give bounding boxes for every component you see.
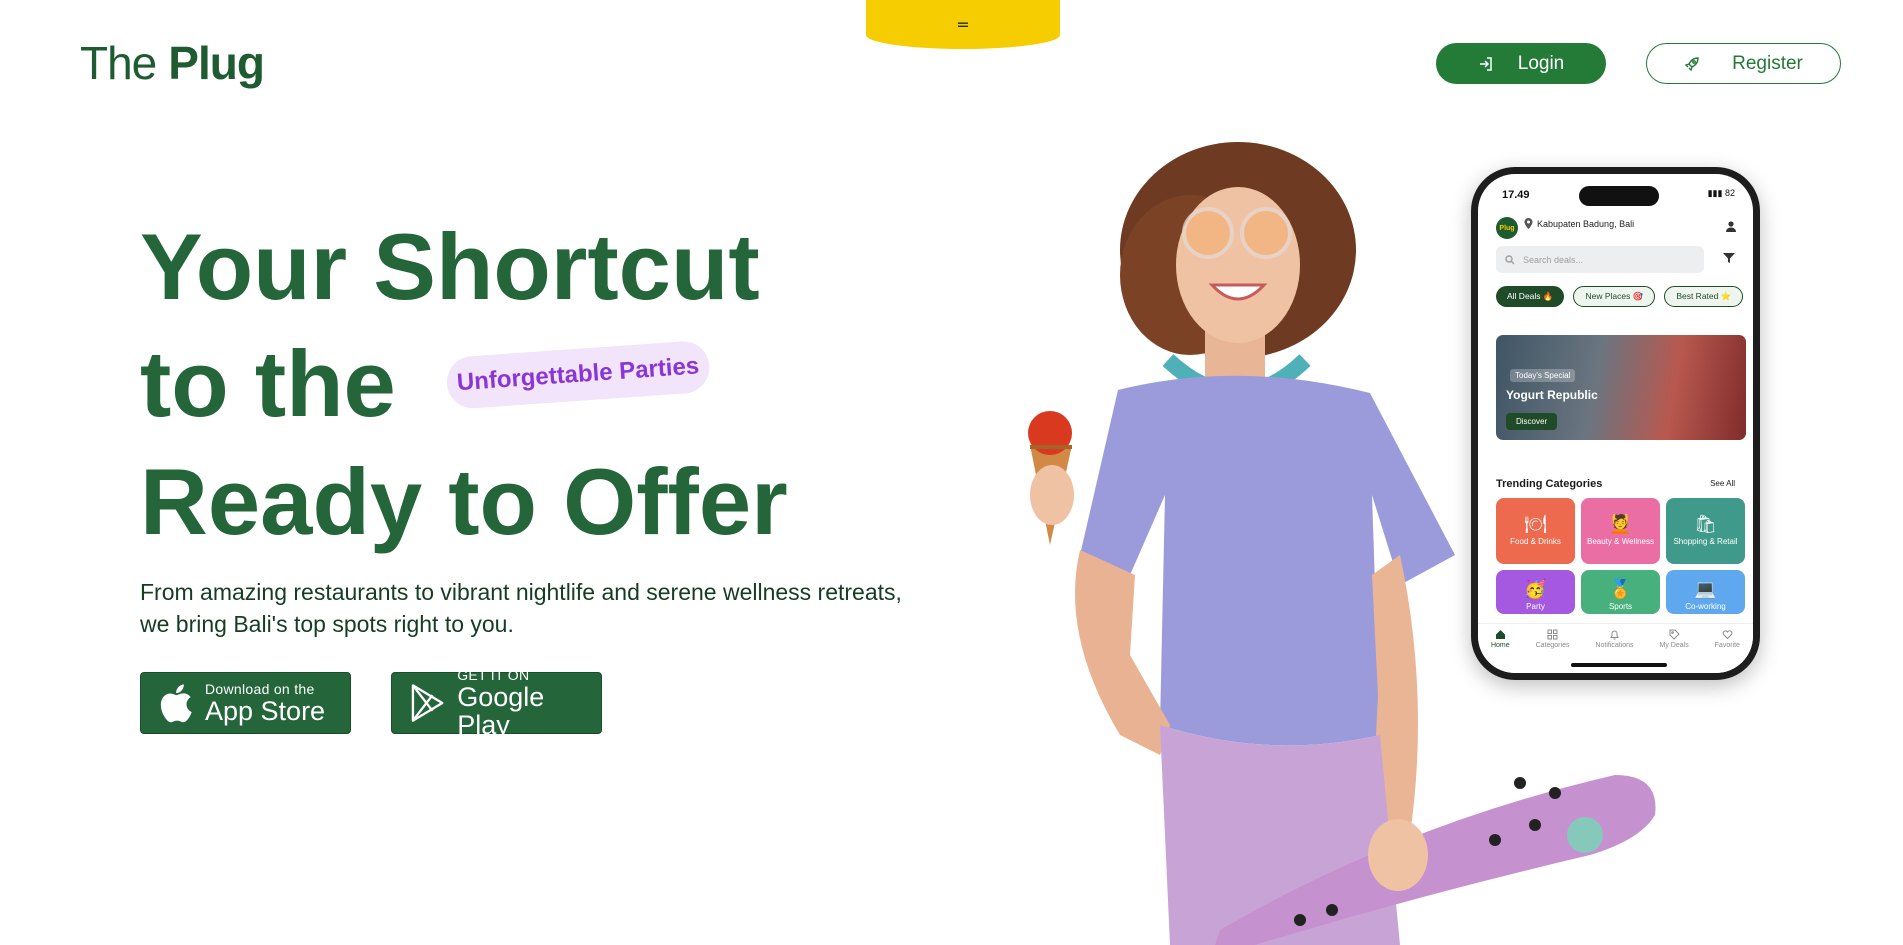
hero-heading-line3: Ready to Offer [140,449,788,554]
category-grid: 🍽 Food & Drinks 💆 Beauty & Wellness 🛍 Shopp… [1496,498,1746,614]
menu-icon: = [956,14,970,34]
tab-categories[interactable]: Categories [1535,629,1570,673]
hero-subtitle: From amazing restaurants to vibrant nigh… [140,576,960,640]
sports-icon: 🏅 [1609,579,1632,599]
location-pin-icon [1524,218,1533,229]
rotating-category-tag: Unforgettable Parties [445,339,711,410]
register-button[interactable]: Register [1646,43,1841,84]
phone-mockup: 17.49 ▮▮▮ 82 Plug Kabupaten Badung, Bali… [1471,167,1760,680]
beauty-icon: 💆 [1609,514,1632,534]
category-shopping-retail[interactable]: 🛍 Shopping & Retail [1666,498,1745,564]
signal-icon: ▮▮▮ [1707,188,1723,198]
trending-title: Trending Categories [1496,478,1603,490]
login-button[interactable]: Login [1436,43,1606,84]
chip-all-deals[interactable]: All Deals 🔥 [1496,286,1565,307]
laptop-icon: 💻 [1694,579,1717,599]
category-label: Shopping & Retail [1673,537,1738,546]
plate-icon: 🍽 [1524,514,1547,534]
app-store-big-text: App Store [205,695,326,726]
category-label: Sports [1608,602,1633,611]
status-time: 17.49 [1502,189,1530,201]
chip-new-places[interactable]: New Places 🎯 [1573,286,1656,307]
apple-icon [160,684,192,723]
banner-tag: Today's Special [1510,369,1576,382]
google-play-icon [411,684,444,722]
tab-label: Notifications [1595,642,1634,649]
status-icons: ▮▮▮ 82 [1708,188,1735,199]
tag-icon [1669,629,1680,640]
category-label: Food & Drinks [1510,537,1561,546]
rocket-icon [1684,56,1699,71]
category-label: Co-working [1685,602,1726,611]
app-store-button[interactable]: Download on the App Store [140,672,351,734]
featured-banner[interactable]: Today's Special Yogurt Republic Discover [1496,335,1746,440]
phone-screen: 17.49 ▮▮▮ 82 Plug Kabupaten Badung, Bali… [1478,174,1753,673]
search-placeholder: Search deals... [1523,254,1584,265]
app-store-small-text: Download on the [205,680,315,697]
grid-icon [1547,629,1558,640]
hero-subtitle-line2: we bring Bali's top spots right to you. [140,611,514,637]
category-sports[interactable]: 🏅 Sports [1581,570,1660,614]
app-logo[interactable]: Plug [1496,217,1518,239]
tab-label: Home [1490,642,1510,649]
menu-toggle-button[interactable]: = [866,0,1060,49]
register-label: Register [1732,52,1803,74]
home-icon [1495,630,1505,639]
search-input[interactable]: Search deals... [1496,246,1704,273]
hero-subtitle-line1: From amazing restaurants to vibrant nigh… [140,579,902,605]
login-label: Login [1517,52,1565,74]
party-icon: 🥳 [1524,579,1547,599]
logo[interactable]: The Plug [80,36,265,90]
category-label: Beauty & Wellness [1587,537,1654,546]
category-beauty-wellness[interactable]: 💆 Beauty & Wellness [1581,498,1660,564]
chip-best-rated[interactable]: Best Rated ⭐ [1664,286,1744,307]
tab-label: My Deals [1659,642,1689,649]
tab-label: Categories [1535,642,1570,649]
hero-heading-line1: Your Shortcut [140,214,760,319]
banner-title: Yogurt Republic [1506,388,1598,402]
google-play-small-text: GET IT ON [457,666,530,683]
tab-label: Favorite [1714,642,1740,649]
home-indicator [1571,663,1667,667]
hero-heading-line2: to the [140,331,396,436]
google-play-button[interactable]: GET IT ON Google Play [391,667,602,739]
category-co-working[interactable]: 💻 Co-working [1666,570,1745,614]
category-food-drinks[interactable]: 🍽 Food & Drinks [1496,498,1575,564]
location-label: Kabupaten Badung, Bali [1537,218,1635,229]
logo-text-plug: Plug [168,37,265,89]
filter-icon[interactable] [1723,252,1735,264]
user-icon[interactable] [1725,220,1737,232]
battery-level: 82 [1724,188,1735,198]
search-icon [1505,254,1515,264]
logo-text-the: The [80,37,157,89]
heart-icon [1722,630,1733,640]
dynamic-island [1579,186,1659,206]
shopping-bag-icon: 🛍 [1694,514,1717,534]
bell-icon [1610,630,1619,640]
tab-favorite[interactable]: Favorite [1715,629,1740,673]
category-party[interactable]: 🥳 Party [1496,570,1575,614]
location-selector[interactable]: Kabupaten Badung, Bali [1524,218,1634,229]
deal-filter-chips: All Deals 🔥 New Places 🎯 Best Rated ⭐ [1496,286,1744,307]
tab-home[interactable]: Home [1491,629,1510,673]
google-play-big-text: Google Play [457,681,545,740]
category-label: Party [1526,602,1545,611]
discover-button[interactable]: Discover [1506,413,1558,430]
see-all-link[interactable]: See All [1710,479,1735,488]
login-icon [1479,56,1492,71]
